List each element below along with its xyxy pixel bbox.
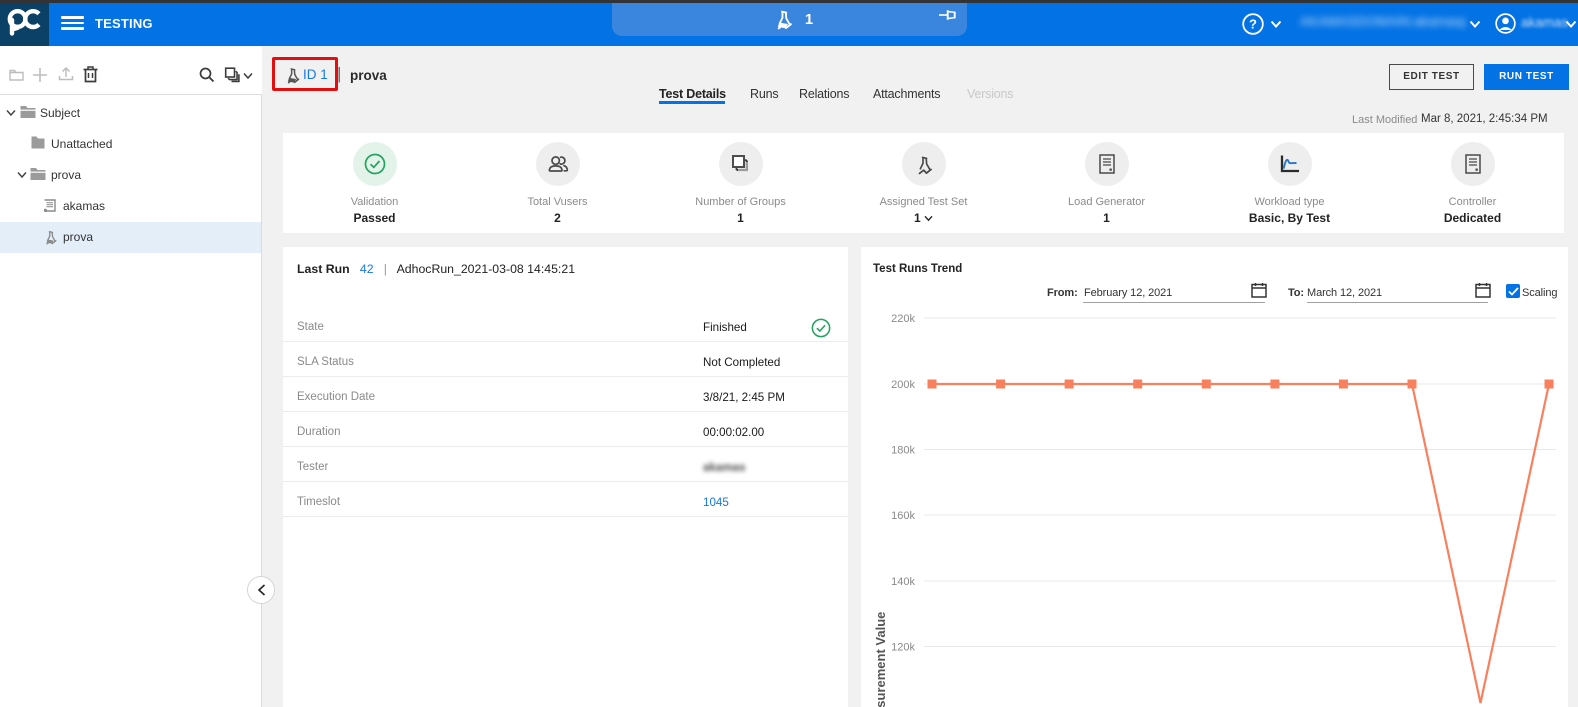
svg-text:220k: 220k xyxy=(891,313,915,325)
svg-text:?: ? xyxy=(1249,17,1257,32)
svg-text:180k: 180k xyxy=(891,445,915,457)
svg-text:200k: 200k xyxy=(891,379,915,391)
svg-text:120k: 120k xyxy=(891,642,915,654)
svg-text:140k: 140k xyxy=(891,576,915,588)
svg-text:160k: 160k xyxy=(891,510,915,522)
